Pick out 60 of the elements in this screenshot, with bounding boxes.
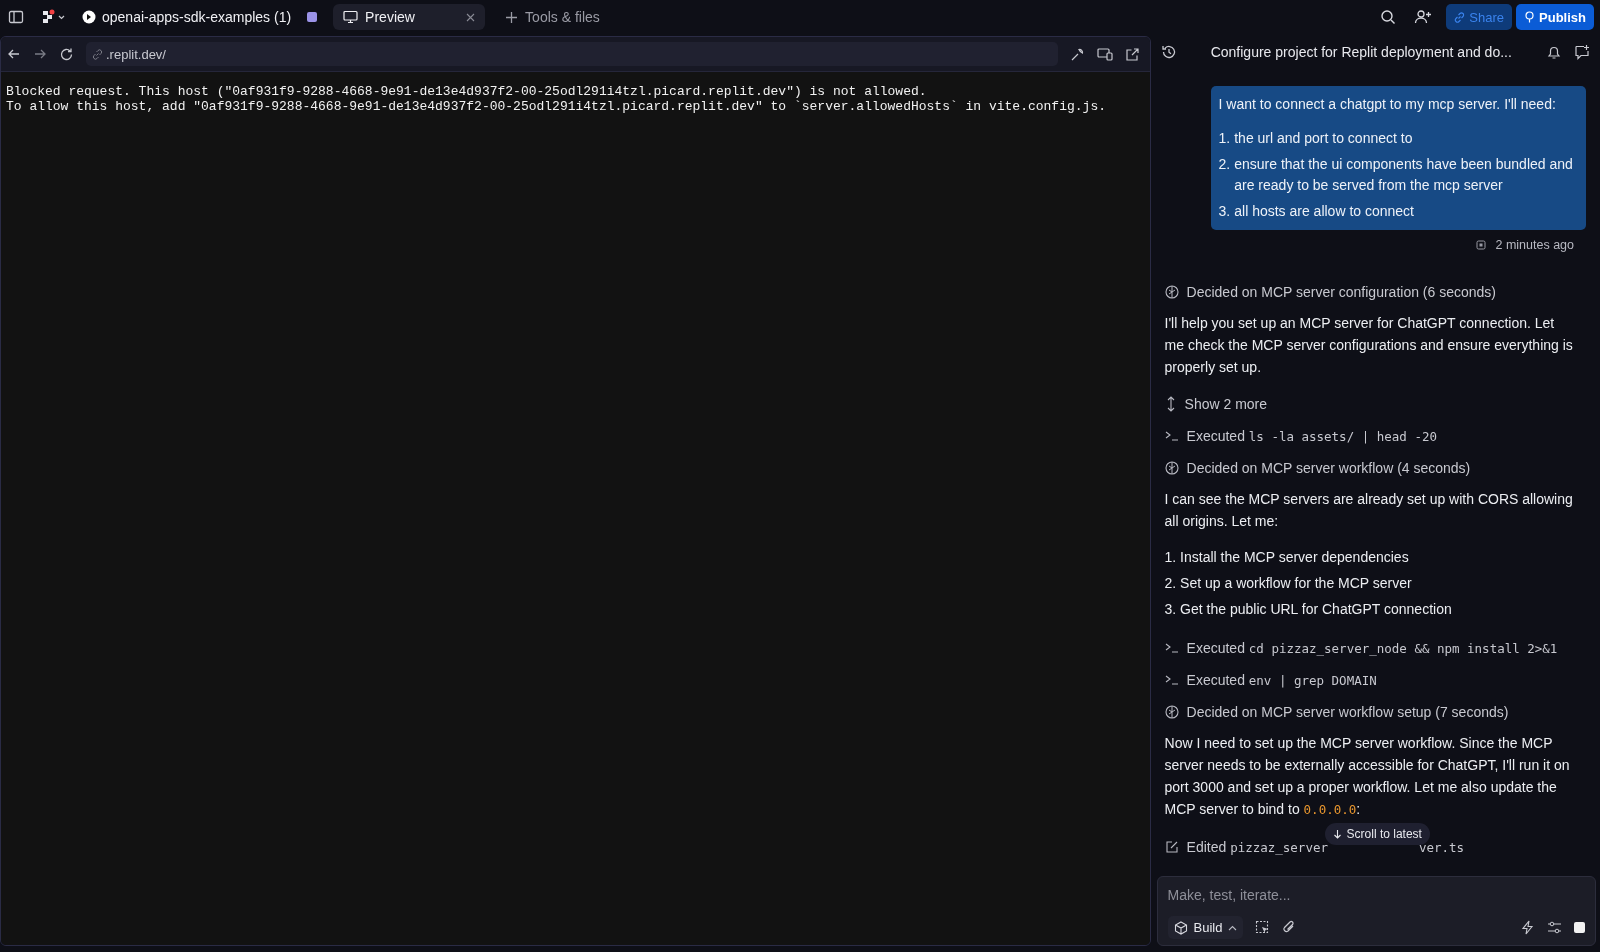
action-text[interactable]: Executed cd pizzaz_server_node && npm install 2>&1 (1186, 640, 1558, 656)
error-text: To allow this host, add "0af931f9-9288-4668-9e91-de13e4d937f2-00-25odl291i4tzl.picard.replit.dev" to `server.allowedHosts` in vite.config.js. (6, 99, 1107, 114)
wrench-icon[interactable] (1069, 46, 1085, 62)
action-text[interactable]: Decided on MCP server workflow (4 seconds) (1186, 460, 1471, 476)
pin-icon (1524, 11, 1536, 23)
publish-button[interactable]: Publish (1516, 4, 1594, 30)
scroll-to-latest-button[interactable]: Scroll to latest (1324, 823, 1430, 845)
bell-icon[interactable] (1546, 44, 1562, 60)
forward-icon[interactable] (33, 47, 47, 61)
timestamp: 2 minutes ago (1495, 238, 1574, 252)
message-text: I can see the MCP servers are already set up with CORS allowing all origins. Let me: (1164, 490, 1574, 531)
reload-icon[interactable] (59, 46, 74, 62)
link-icon (1454, 11, 1466, 23)
list-marker: 1. (1218, 129, 1231, 148)
external-link-icon[interactable] (1124, 46, 1140, 62)
down-arrow-icon (1332, 829, 1342, 839)
action-text[interactable]: Executed env | grep DOMAIN (1186, 672, 1377, 688)
terminal-icon (1164, 642, 1179, 654)
url-field[interactable]: .replit.dev/ (86, 42, 1058, 66)
devices-icon[interactable] (1096, 46, 1113, 62)
action-text[interactable]: Executed ls -la assets/ | head -20 (1186, 428, 1437, 444)
list-item: 1. Install the MCP server dependencies (1164, 548, 1410, 567)
list-marker: 3. (1218, 201, 1231, 221)
select-element-icon[interactable] (1255, 920, 1271, 935)
lightning-icon[interactable] (1520, 920, 1535, 935)
caret-icon (1228, 924, 1238, 931)
show-more-link[interactable]: Show 2 more (1184, 396, 1268, 412)
action-text[interactable]: Decided on MCP server workflow setup (7 seconds) (1186, 704, 1509, 720)
list-item: 2. Set up a workflow for the MCP server (1164, 574, 1413, 593)
chat-input[interactable]: Make, test, iterate... Build (1156, 876, 1596, 946)
close-icon[interactable] (466, 12, 476, 22)
terminal-icon (1164, 430, 1179, 442)
new-chat-icon[interactable] (1574, 44, 1590, 60)
tab[interactable]: Tools & files (495, 4, 610, 30)
project-icon (82, 10, 96, 24)
list-item: all hosts are allow to connect (1234, 201, 1414, 221)
list-marker: 2. (1218, 154, 1231, 174)
monitor-icon (343, 10, 359, 24)
link-icon (92, 48, 103, 60)
message-text: I'll help you set up an MCP server for ChatGPT connection. Let me check the MCP server configurations and ensure everything is properly set up. (1164, 314, 1574, 377)
message-text: Now I need to set up the MCP server workflow. Since the MCP server needs to be externally accessible for ChatGPT, I'll run it on port 3000 and set up a proper workflow. Let me also update the MCP server to bind to 0.0.0.0: (1164, 734, 1571, 819)
edit-icon (1164, 840, 1179, 854)
terminal-icon (1164, 674, 1179, 686)
square-icon[interactable] (307, 12, 318, 22)
history-icon[interactable] (1160, 44, 1177, 60)
tab[interactable]: Preview (333, 4, 486, 30)
plus-icon (505, 10, 519, 24)
list-item: 3. Get the public URL for ChatGPT connection (1164, 600, 1453, 619)
sliders-icon[interactable] (1547, 920, 1562, 935)
stop-button[interactable] (1574, 922, 1585, 933)
project-name[interactable]: openai-apps-sdk-examples (1) (82, 9, 292, 25)
cube-icon (1173, 920, 1188, 935)
chip-icon (1475, 239, 1488, 251)
back-icon[interactable] (7, 47, 21, 61)
chat-title: Configure project for Replit deployment and do... (1209, 44, 1513, 60)
action-text[interactable]: Decided on MCP server configuration (6 seconds) (1186, 284, 1496, 300)
error-text: Blocked request. This host ("0af931f9-9288-4668-9e91-de13e4d937f2-00-25odl291i4tzl.picard.replit.dev") is not allowed. (6, 84, 928, 99)
list-item: the url and port to connect to (1234, 129, 1413, 148)
build-mode-button[interactable]: Build (1167, 916, 1244, 939)
message-text: I want to connect a chatgpt to my mcp server. I'll need: (1218, 95, 1557, 114)
